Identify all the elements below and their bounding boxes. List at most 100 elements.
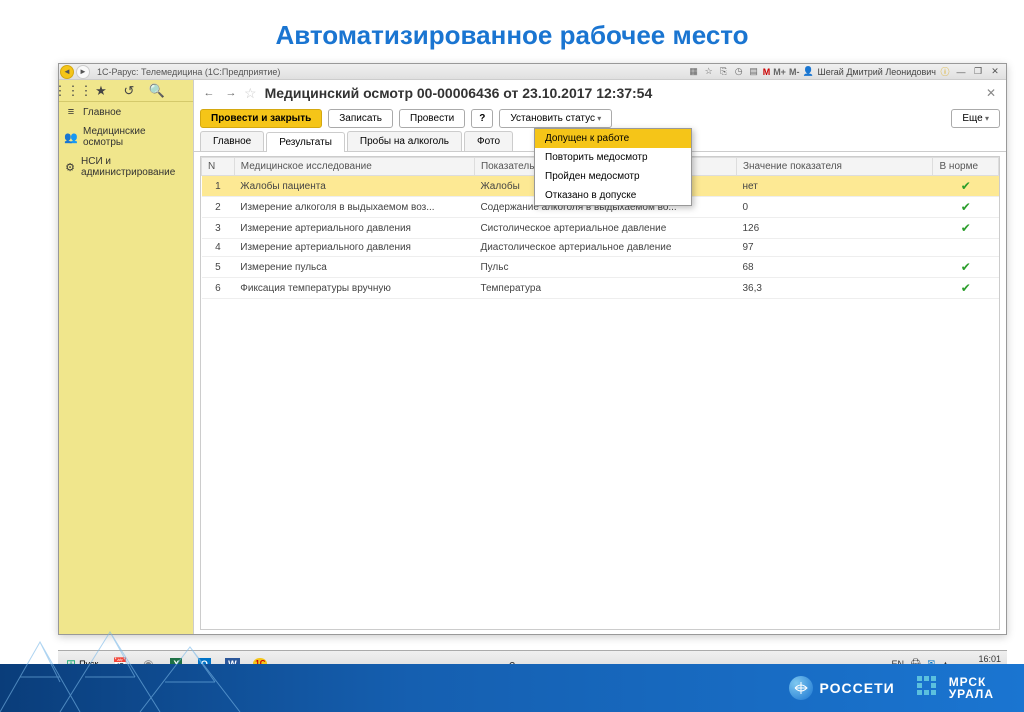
close-button[interactable]: ✕ [988,66,1002,78]
calc-icon[interactable]: ▤ [748,66,760,78]
slide-title: Автоматизированное рабочее место [0,0,1024,61]
post-button[interactable]: Провести [399,109,465,128]
sidebar-item-exams[interactable]: 👥 Медицинские осмотры [59,122,193,152]
cell-norm: ✔ [933,176,999,197]
user-icon: 👤 [802,66,814,78]
col-value[interactable]: Значение показателя [736,158,933,176]
table-row[interactable]: 4Измерение артериального давленияДиастол… [202,239,999,257]
history-icon[interactable]: ↺ [115,80,143,102]
cell-exam: Измерение артериального давления [234,239,474,257]
cell-indicator: Пульс [474,257,736,278]
document-header: ← → ☆ Медицинский осмотр 00-00006436 от … [194,80,1006,106]
cell-value: 0 [736,197,933,218]
cell-indicator: Температура [474,278,736,299]
brand-mrsk: МРСК УРАЛА [915,674,994,702]
app-window: ◄ ► 1С-Рарус: Телемедицина (1С:Предприят… [58,63,1007,635]
search-sidebar-icon[interactable]: 🔍 [143,80,171,102]
document-close-button[interactable]: ✕ [982,86,1000,100]
sidebar-top-toolbar: ⋮⋮⋮ ★ ↺ 🔍 [59,80,193,102]
tab-results[interactable]: Результаты [266,132,345,152]
cell-value: нет [736,176,933,197]
forward-button[interactable]: → [222,84,240,102]
tab-photo[interactable]: Фото [464,131,513,151]
sidebar-item-admin[interactable]: ⚙ НСИ и администрирование [59,152,193,182]
sidebar-item-main[interactable]: ≡ Главное [59,102,193,122]
window-titlebar: ◄ ► 1С-Рарус: Телемедицина (1С:Предприят… [59,64,1006,80]
set-status-button[interactable]: Установить статус [499,109,612,128]
cell-n: 3 [202,218,235,239]
star-icon[interactable]: ★ [87,80,115,102]
nav-forward-button[interactable]: ► [76,65,90,79]
rosseti-label: РОССЕТИ [819,680,894,696]
col-norm[interactable]: В норме [933,158,999,176]
results-table-wrap: N Медицинское исследование Показатель Зн… [200,156,1000,630]
favorite-star-icon[interactable]: ☆ [244,85,257,102]
cell-exam: Измерение артериального давления [234,218,474,239]
status-dropdown-menu: Допущен к работе Повторить медосмотр Про… [534,128,692,206]
cell-n: 4 [202,239,235,257]
table-row[interactable]: 5Измерение пульсаПульс68✔ [202,257,999,278]
cell-norm: ✔ [933,197,999,218]
post-and-close-button[interactable]: Провести и закрыть [200,109,322,128]
toolbar: Провести и закрыть Записать Провести ? У… [194,106,1006,131]
cell-norm: ✔ [933,278,999,299]
more-button[interactable]: Еще [951,109,1000,128]
cell-norm: ✔ [933,218,999,239]
cell-value: 97 [736,239,933,257]
grid-icon[interactable]: ▦ [688,66,700,78]
table-row[interactable]: 6Фиксация температуры вручнуюТемпература… [202,278,999,299]
memory-mplus-icon[interactable]: M+ [773,67,786,77]
cell-n: 2 [202,197,235,218]
cell-value: 126 [736,218,933,239]
cell-n: 1 [202,176,235,197]
status-option-repeat[interactable]: Повторить медосмотр [535,148,691,167]
document-title: Медицинский осмотр 00-00006436 от 23.10.… [265,85,653,101]
status-option-passed[interactable]: Пройден медосмотр [535,167,691,186]
sidebar-item-label: Главное [83,107,121,118]
tab-alcohol[interactable]: Пробы на алкоголь [347,131,462,151]
minimize-button[interactable]: — [954,66,968,78]
cell-exam: Измерение пульса [234,257,474,278]
cell-indicator: Систолическое артериальное давление [474,218,736,239]
sidebar-item-label: НСИ и администрирование [81,156,187,178]
maximize-button[interactable]: ❐ [971,66,985,78]
nav-back-button[interactable]: ◄ [60,65,74,79]
list-icon: ≡ [65,106,77,118]
cell-exam: Измерение алкоголя в выдыхаемом воз... [234,197,474,218]
table-row[interactable]: 3Измерение артериального давленияСистоли… [202,218,999,239]
cell-exam: Жалобы пациента [234,176,474,197]
slide-footer: РОССЕТИ МРСК УРАЛА [0,664,1024,712]
status-option-denied[interactable]: Отказано в допуске [535,186,691,205]
search-icon[interactable]: ☆ [703,66,715,78]
sidebar-item-label: Медицинские осмотры [83,126,187,148]
cell-n: 6 [202,278,235,299]
sidebar: ⋮⋮⋮ ★ ↺ 🔍 ≡ Главное 👥 Медицинские осмотр… [59,80,194,634]
status-option-allowed[interactable]: Допущен к работе [535,129,691,148]
help-button[interactable]: ? [471,109,493,128]
user-name: Шегай Дмитрий Леонидович [817,67,936,77]
cell-value: 36,3 [736,278,933,299]
memory-mminus-icon[interactable]: M- [789,67,800,77]
mrsk-label-2: УРАЛА [949,688,994,700]
save-button[interactable]: Записать [328,109,393,128]
tab-main[interactable]: Главное [200,131,264,151]
back-button[interactable]: ← [200,84,218,102]
rosseti-logo-icon [789,676,813,700]
main-area: ← → ☆ Медицинский осмотр 00-00006436 от … [194,80,1006,634]
memory-m-icon[interactable]: M [763,67,771,77]
cell-n: 5 [202,257,235,278]
brand-rosseti: РОССЕТИ [789,676,894,700]
menu-icon[interactable]: ⋮⋮⋮ [59,80,87,102]
col-exam[interactable]: Медицинское исследование [234,158,474,176]
cell-exam: Фиксация температуры вручную [234,278,474,299]
clock-icon[interactable]: ◷ [733,66,745,78]
gear-icon: ⚙ [65,161,75,173]
window-title: 1С-Рарус: Телемедицина (1С:Предприятие) [97,67,280,77]
people-icon: 👥 [65,131,77,143]
col-n[interactable]: N [202,158,235,176]
cell-norm [933,239,999,257]
footer-decoration [0,622,280,712]
info-icon[interactable]: ⓘ [939,66,951,78]
link-icon[interactable]: ⎘ [718,66,730,78]
cell-norm: ✔ [933,257,999,278]
